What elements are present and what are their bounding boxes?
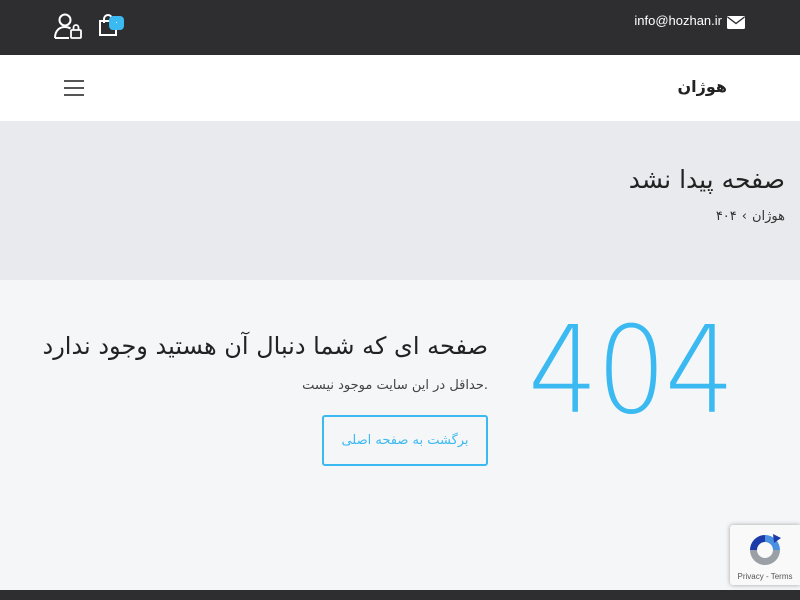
- recaptcha-icon: [750, 534, 781, 565]
- contact-email-link[interactable]: info@hozhan.ir: [634, 13, 722, 28]
- error-heading: صفحه ای که شما دنبال آن هستید وجود ندارد: [42, 332, 489, 360]
- recaptcha-terms-link[interactable]: Privacy - Terms: [730, 572, 800, 581]
- footer-strip: [0, 590, 800, 600]
- page-title: صفحه پیدا نشد: [628, 165, 785, 194]
- error-content: 404 صفحه ای که شما دنبال آن هستید وجود ن…: [0, 280, 800, 590]
- hamburger-icon[interactable]: [64, 80, 84, 96]
- page-header-banner: صفحه پیدا نشد هوژان › ۴۰۴: [0, 121, 800, 280]
- error-code: 404: [528, 302, 735, 441]
- breadcrumb: هوژان › ۴۰۴: [716, 209, 785, 224]
- cart-count-badge: ۰: [109, 16, 124, 30]
- back-home-button[interactable]: برگشت به صفحه اصلی: [322, 415, 488, 466]
- mail-icon: [727, 16, 745, 29]
- site-brand[interactable]: هوژان: [678, 77, 727, 96]
- user-lock-icon[interactable]: [54, 13, 82, 39]
- error-subtext: حداقل در این سایت موجود نیست.: [302, 378, 488, 393]
- top-bar: info@hozhan.ir ۰: [0, 0, 800, 55]
- breadcrumb-home-link[interactable]: هوژان: [752, 209, 785, 224]
- main-navbar: هوژان: [0, 55, 800, 121]
- recaptcha-badge[interactable]: Privacy - Terms: [730, 525, 800, 585]
- breadcrumb-current: ۴۰۴: [715, 209, 737, 224]
- breadcrumb-separator: ›: [741, 209, 747, 224]
